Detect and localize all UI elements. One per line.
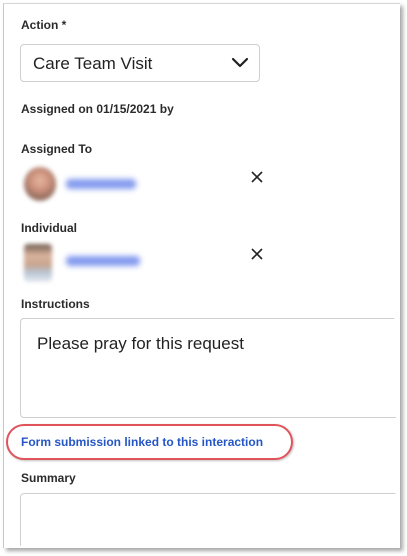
instructions-text: Please pray for this request xyxy=(37,334,244,353)
assigned-to-label: Assigned To xyxy=(21,142,93,156)
chevron-down-icon xyxy=(231,57,249,68)
torn-edge-bottom xyxy=(4,543,400,548)
assigned-on-text: Assigned on 01/15/2021 by xyxy=(21,102,174,116)
individual-name-link[interactable] xyxy=(66,256,140,266)
summary-label: Summary xyxy=(21,471,76,485)
close-icon[interactable] xyxy=(250,170,264,184)
form-submission-link[interactable]: Form submission linked to this interacti… xyxy=(21,435,263,449)
assigned-to-name-link[interactable] xyxy=(66,179,136,189)
assigned-to-avatar xyxy=(24,167,56,201)
action-select-value: Care Team Visit xyxy=(33,54,153,73)
action-select[interactable]: Care Team Visit xyxy=(20,44,260,82)
individual-avatar xyxy=(24,244,52,282)
form-panel: Action * Care Team Visit Assigned on 01/… xyxy=(3,3,400,548)
instructions-textarea[interactable]: Please pray for this request xyxy=(20,318,400,418)
close-icon[interactable] xyxy=(250,247,264,261)
torn-edge-right xyxy=(394,4,400,548)
individual-label: Individual xyxy=(21,221,78,235)
instructions-label: Instructions xyxy=(21,297,90,311)
action-label: Action * xyxy=(21,18,67,32)
